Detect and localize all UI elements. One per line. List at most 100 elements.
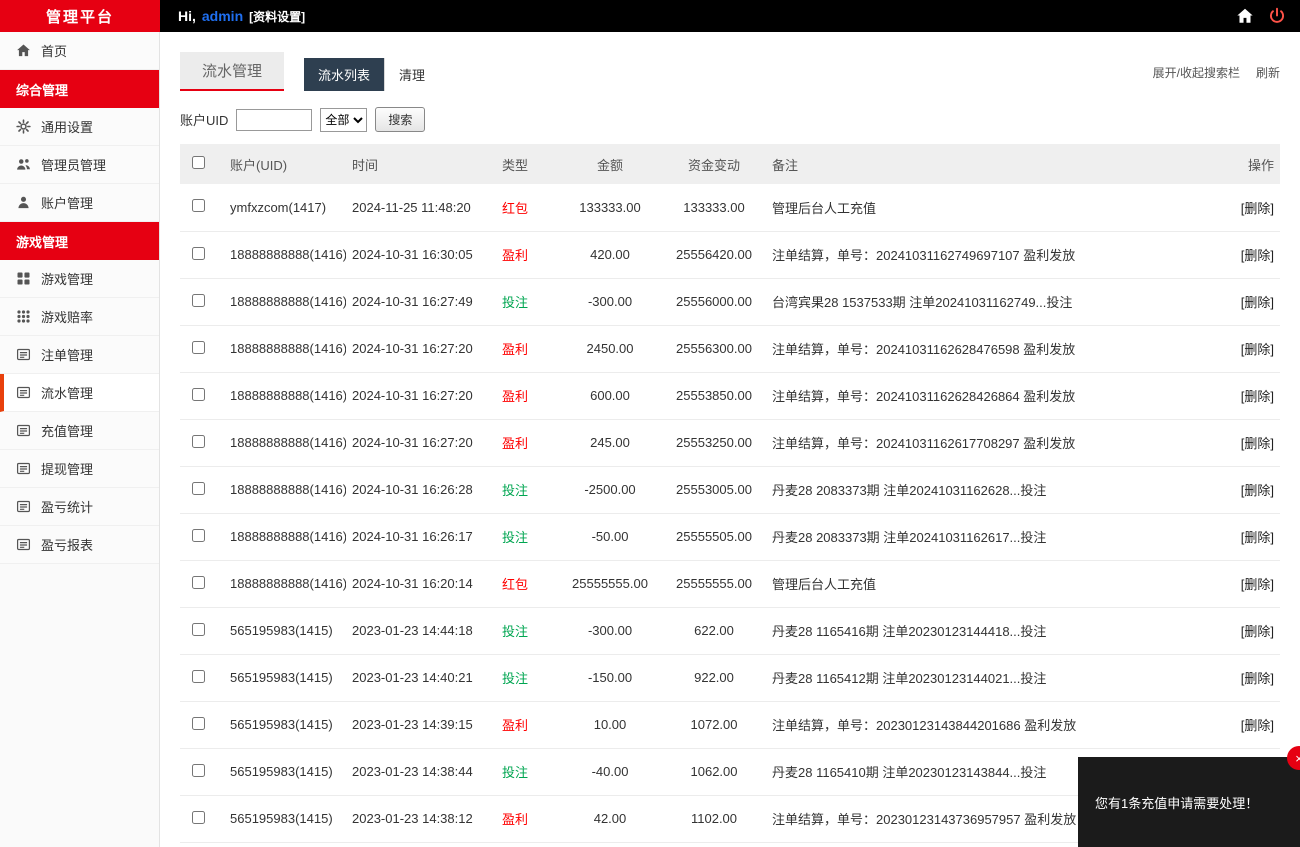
- cell-account: 565195983(1415): [230, 670, 333, 685]
- cell-remark: 丹麦28 2083373期 注单20241031162617...投注: [772, 530, 1047, 545]
- home-icon[interactable]: [1236, 7, 1254, 25]
- row-checkbox[interactable]: [192, 434, 205, 448]
- delete-link[interactable]: [删除]: [1241, 248, 1274, 263]
- row-checkbox[interactable]: [192, 481, 205, 495]
- row-checkbox[interactable]: [192, 293, 205, 307]
- sidebar-item[interactable]: 游戏赔率: [0, 298, 159, 336]
- row-checkbox[interactable]: [192, 528, 205, 542]
- select-all-checkbox[interactable]: [192, 156, 205, 169]
- recharge-notification[interactable]: 您有1条充值申请需要处理！ ×: [1078, 746, 1300, 847]
- sidebar-item[interactable]: 通用设置: [0, 108, 159, 146]
- uid-input[interactable]: [236, 108, 313, 131]
- cell-account: 18888888888(1416): [230, 529, 346, 544]
- row-checkbox[interactable]: [192, 810, 205, 824]
- cell-time: 2024-10-31 16:30:05: [352, 247, 473, 262]
- delete-link[interactable]: [删除]: [1241, 342, 1274, 357]
- cell-amount: 10.00: [593, 717, 627, 732]
- cell-change: 25555505.00: [676, 529, 752, 544]
- cell-amount: -150.00: [587, 670, 633, 685]
- cell-time: 2024-10-31 16:27:20: [352, 341, 473, 356]
- cell-change: 133333.00: [683, 199, 745, 215]
- type-select[interactable]: 全部: [320, 107, 368, 132]
- cell-change: 1072.00: [690, 717, 738, 732]
- delete-link[interactable]: [删除]: [1241, 577, 1274, 592]
- row-checkbox[interactable]: [192, 575, 205, 589]
- cell-change: 922.00: [694, 670, 734, 685]
- sidebar-item[interactable]: 充值管理: [0, 412, 159, 450]
- sidebar-item[interactable]: 游戏管理: [0, 260, 159, 298]
- profile-settings-link[interactable]: [资料设置]: [249, 8, 305, 25]
- app-logo: 管理平台: [0, 0, 160, 32]
- home-icon: [16, 43, 31, 58]
- cell-type: 投注: [502, 295, 529, 310]
- main-content: 流水管理 流水列表 清理 展开/收起搜索栏 刷新 账户UID 全部 搜索 账户(…: [160, 32, 1300, 847]
- select-all-cell: [180, 144, 224, 184]
- cell-time: 2024-10-31 16:26:28: [352, 482, 473, 497]
- sidebar: 首页 综合管理 通用设置 管理员管理 账户管理 游戏管理 游戏管理 游戏赔率 注单管理 流水管理充…: [0, 32, 160, 847]
- row-checkbox[interactable]: [192, 340, 205, 354]
- cell-time: 2023-01-23 14:44:18: [352, 623, 473, 638]
- delete-link[interactable]: [删除]: [1241, 530, 1274, 545]
- sidebar-item-label: 游戏赔率: [41, 310, 94, 325]
- delete-link[interactable]: [删除]: [1241, 201, 1274, 216]
- cell-remark: 管理后台人工充值: [772, 577, 877, 592]
- col-header-change: 资金变动: [687, 157, 740, 173]
- cell-account: 18888888888(1416): [230, 576, 346, 591]
- card-icon: [16, 347, 31, 362]
- cell-type: 盈利: [502, 389, 529, 404]
- cell-account: 18888888888(1416): [230, 247, 346, 262]
- sidebar-item[interactable]: 盈亏报表: [0, 526, 159, 564]
- row-checkbox[interactable]: [192, 246, 205, 260]
- sidebar-item[interactable]: 首页: [0, 32, 159, 70]
- delete-link[interactable]: [删除]: [1241, 483, 1274, 498]
- row-checkbox[interactable]: [192, 622, 205, 636]
- table-row: 18888888888(1416) 2024-10-31 16:27:49 投注…: [180, 278, 1280, 325]
- power-icon[interactable]: [1268, 7, 1286, 25]
- sidebar-item-label: 充值管理: [41, 424, 94, 439]
- row-checkbox[interactable]: [192, 199, 205, 213]
- toggle-search-link[interactable]: 展开/收起搜索栏: [1153, 64, 1240, 81]
- row-checkbox[interactable]: [192, 716, 205, 730]
- username: admin: [201, 7, 244, 24]
- cell-account: 18888888888(1416): [230, 388, 346, 403]
- delete-link[interactable]: [删除]: [1241, 389, 1274, 404]
- delete-link[interactable]: [删除]: [1241, 624, 1274, 639]
- refresh-link[interactable]: 刷新: [1256, 64, 1280, 81]
- delete-link[interactable]: [删除]: [1241, 295, 1274, 310]
- delete-link[interactable]: [删除]: [1241, 436, 1274, 451]
- flow-table-body: ymfxzcom(1417) 2024-11-25 11:48:20 红包 13…: [180, 184, 1280, 842]
- sidebar-item[interactable]: 注单管理: [0, 336, 159, 374]
- search-button[interactable]: 搜索: [375, 107, 426, 132]
- col-header-type: 类型: [502, 157, 529, 173]
- row-checkbox[interactable]: [192, 763, 205, 777]
- col-header-action: 操作: [1247, 157, 1274, 173]
- sidebar-item[interactable]: 盈亏统计: [0, 488, 159, 526]
- sidebar-item[interactable]: 流水管理: [0, 374, 159, 412]
- delete-link[interactable]: [删除]: [1241, 671, 1274, 686]
- cell-type: 盈利: [502, 248, 529, 263]
- table-row: 18888888888(1416) 2024-10-31 16:30:05 盈利…: [180, 231, 1280, 278]
- cell-amount: -2500.00: [584, 482, 636, 497]
- cell-remark: 注单结算，单号：20230123143844201686 盈利发放: [772, 718, 1077, 733]
- search-bar: 账户UID 全部 搜索: [160, 91, 1300, 144]
- cell-change: 25553850.00: [676, 388, 752, 403]
- sidebar-item[interactable]: 提现管理: [0, 450, 159, 488]
- cell-amount: -40.00: [591, 764, 629, 779]
- sidebar-item[interactable]: 管理员管理: [0, 146, 159, 184]
- cell-change: 25553250.00: [676, 435, 752, 450]
- cell-account: 18888888888(1416): [230, 341, 346, 356]
- flow-table: 账户(UID) 时间 类型 金额 资金变动 备注 操作 ymfxzcom(141…: [180, 144, 1280, 843]
- delete-link[interactable]: [删除]: [1241, 718, 1274, 733]
- sidebar-item[interactable]: 账户管理: [0, 184, 159, 222]
- cell-remark: 注单结算，单号：20241031162628476598 盈利发放: [772, 342, 1076, 357]
- row-checkbox[interactable]: [192, 387, 205, 401]
- user-icon: [16, 195, 31, 210]
- tab-flow-list[interactable]: 流水列表: [304, 58, 385, 91]
- sidebar-nav: 首页 综合管理 通用设置 管理员管理 账户管理 游戏管理 游戏管理 游戏赔率 注单管理 流水管理充…: [0, 32, 159, 564]
- sidebar-item-label: 游戏管理: [41, 272, 94, 287]
- tab-clean[interactable]: 清理: [384, 58, 439, 91]
- table-row: 565195983(1415) 2023-01-23 14:40:21 投注 -…: [180, 654, 1280, 701]
- cell-remark: 丹麦28 2083373期 注单20241031162628...投注: [772, 483, 1047, 498]
- notification-badge[interactable]: ×: [1287, 746, 1300, 770]
- row-checkbox[interactable]: [192, 669, 205, 683]
